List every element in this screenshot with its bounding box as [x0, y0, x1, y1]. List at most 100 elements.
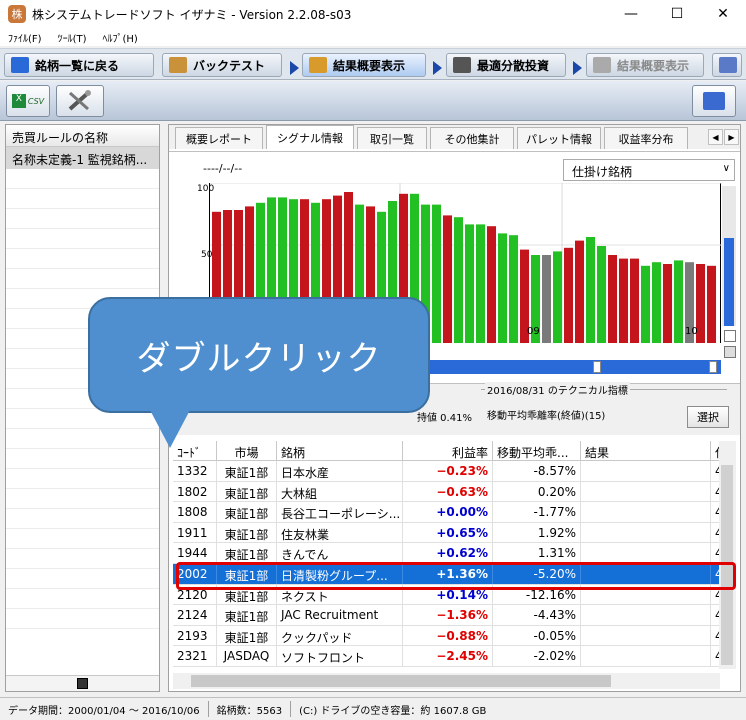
chart-range-handle-left[interactable] [593, 361, 601, 373]
rule-list-empty-row [6, 249, 159, 269]
table-row[interactable]: 2321JASDAQソフトフロント−2.45%-2.02%4 [173, 646, 720, 667]
cell-market: 東証1部 [217, 522, 277, 543]
close-button[interactable]: ✕ [700, 0, 746, 28]
minimize-button[interactable]: — [608, 0, 654, 28]
table-row[interactable]: 2124東証1部JAC Recruitment−1.36%-4.43%4 [173, 605, 720, 626]
nav-backtest-button[interactable]: バックテスト [162, 53, 282, 77]
rule-list-empty-row [6, 549, 159, 569]
cell-ma-deviation: -2.02% [493, 646, 581, 666]
col-profit-header[interactable]: 利益率 [403, 441, 493, 460]
nav-arrow-icon [573, 61, 582, 75]
cell-market: 東証1部 [217, 461, 277, 481]
csv-export-button[interactable]: X CSV [6, 85, 50, 117]
rule-list-item-selected[interactable]: 名称未定義-1 監視銘柄... [6, 147, 159, 169]
table-horizontal-thumb[interactable] [191, 675, 611, 687]
entry-stock-dropdown[interactable]: 仕掛け銘柄 ∨ [563, 159, 735, 181]
rule-list-empty-row [6, 429, 159, 449]
cell-ma-deviation: -1.77% [493, 502, 581, 522]
chart-bar [707, 265, 717, 363]
tab-signal-info[interactable]: シグナル情報 [266, 125, 354, 149]
menu-file[interactable]: ﾌｧｲﾙ(F) [0, 30, 50, 45]
menu-tools[interactable]: ﾂｰﾙ(T) [50, 30, 95, 45]
tab-row: 概要レポート シグナル情報 取引一覧 その他集計 パレット情報 収益率分布 ◀ … [169, 125, 740, 149]
cell-name: 大林組 [277, 481, 403, 502]
status-stock-count: 銘柄数：5563 [209, 701, 292, 717]
rule-list-empty-row [6, 509, 159, 529]
chart-vertical-scrollbar[interactable] [722, 186, 736, 326]
cell-profit: −0.23% [403, 461, 493, 481]
technical-indicator-label: 移動平均乖離率(終値)(15) [487, 411, 606, 422]
rule-list-empty-row [6, 489, 159, 509]
select-button[interactable]: 選択 [687, 406, 729, 428]
table-row[interactable]: 1332東証1部日本水産−0.23%-8.57%4 [173, 461, 720, 482]
table-vertical-scrollbar[interactable] [719, 441, 736, 669]
tab-scroll-right-icon[interactable]: ▶ [724, 129, 739, 145]
export-button[interactable] [692, 85, 736, 117]
window-title: 株システムトレードソフト イザナミ - Version 2.2.08-s03 [32, 7, 352, 22]
cell-ma-deviation: -4.43% [493, 605, 581, 625]
save-button[interactable] [6, 675, 159, 691]
col-market-header[interactable]: 市場 [217, 441, 277, 460]
table-header: ｺｰﾄﾞ 市場 銘柄 利益率 移動平均乖... 結果 仕 [173, 441, 720, 461]
rule-list-header: 売買ルールの名称 [6, 125, 159, 147]
cell-market: 東証1部 [217, 543, 277, 563]
chart-bar [619, 258, 629, 363]
callout-pointer [150, 410, 190, 448]
rule-list-empty-row [6, 269, 159, 289]
excel-icon: X [11, 94, 26, 108]
table-row[interactable]: 2193東証1部クックパッド−0.88%-0.05%4 [173, 625, 720, 647]
nav-result-summary-button[interactable]: 結果概要表示 [302, 53, 426, 77]
tools-button[interactable] [56, 85, 104, 117]
maximize-button[interactable]: ☐ [654, 0, 700, 28]
tab-return-distribution[interactable]: 収益率分布 [604, 127, 688, 149]
chart-bar [443, 215, 453, 363]
rule-list-empty-row [6, 209, 159, 229]
table-row[interactable]: 1802東証1部大林組−0.63%0.20%4 [173, 481, 720, 503]
col-ma-deviation-header[interactable]: 移動平均乖... [493, 441, 581, 460]
tab-scroll-left-icon[interactable]: ◀ [708, 129, 723, 145]
nav-extra-button[interactable] [712, 53, 742, 77]
cell-code: 1911 [173, 522, 217, 543]
table-row[interactable]: 1944東証1部きんでん+0.62%1.31%4 [173, 543, 720, 564]
tab-trade-list[interactable]: 取引一覧 [357, 127, 427, 149]
tab-palette-info[interactable]: パレット情報 [517, 127, 601, 149]
nav-arrow-icon [290, 61, 299, 75]
chart-checkbox[interactable] [724, 330, 736, 342]
chart-bar [454, 217, 464, 363]
nav-result-summary2-button[interactable]: 結果概要表示 [586, 53, 704, 77]
tab-summary-report[interactable]: 概要レポート [175, 127, 263, 149]
cell-profit: −0.63% [403, 481, 493, 502]
chart-bar [674, 260, 684, 363]
cell-ma-deviation: -0.05% [493, 625, 581, 646]
cell-market: 東証1部 [217, 625, 277, 646]
hand-icon [309, 57, 327, 73]
cell-ma-deviation: 1.31% [493, 543, 581, 563]
rule-list-empty-row [6, 229, 159, 249]
table-row[interactable]: 1911東証1部住友林業+0.65%1.92%4 [173, 522, 720, 544]
chart-range-handle-right[interactable] [709, 361, 717, 373]
status-drive-space: (C:) ドライブの空き容量：約 1607.8 GB [299, 705, 487, 717]
cell-profit: −2.45% [403, 646, 493, 666]
cell-result [581, 481, 711, 502]
cell-name: きんでん [277, 543, 403, 563]
chart-bar [509, 235, 519, 363]
chart-checkbox[interactable] [724, 346, 736, 358]
dropdown-value: 仕掛け銘柄 [572, 165, 633, 179]
chart-bar [641, 265, 651, 363]
table-horizontal-scrollbar[interactable] [173, 673, 720, 689]
cell-result [581, 543, 711, 563]
nav-optimal-invest-button[interactable]: 最適分散投資 [446, 53, 566, 77]
menu-help[interactable]: ﾍﾙﾌﾟ(H) [94, 30, 145, 45]
nav-back-to-list-button[interactable]: 銘柄一覧に戻る [4, 53, 154, 77]
chart-bar [652, 262, 662, 363]
chart-bar [564, 247, 574, 363]
col-result-header[interactable]: 結果 [581, 441, 711, 460]
chevron-down-icon: ∨ [722, 163, 730, 174]
toolbar: X CSV [0, 81, 746, 121]
chart-vertical-thumb[interactable] [724, 238, 734, 326]
chart-bar [487, 226, 497, 363]
col-name-header[interactable]: 銘柄 [277, 441, 403, 460]
cell-ma-deviation: 1.92% [493, 522, 581, 543]
tab-other-stats[interactable]: その他集計 [430, 127, 514, 149]
table-row[interactable]: 1808東証1部長谷工コーポレーシ...+0.00%-1.77%4 [173, 502, 720, 523]
